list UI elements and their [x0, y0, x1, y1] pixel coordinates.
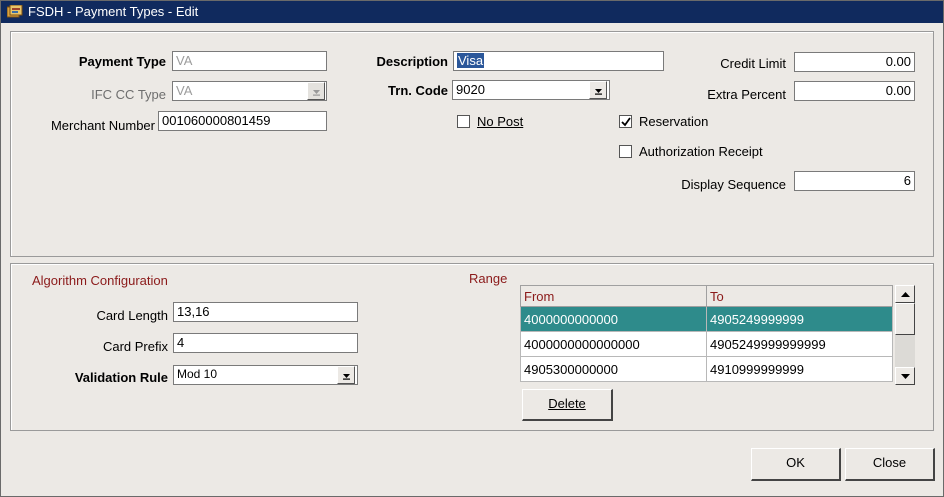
- range-to-cell[interactable]: 4905249999999999: [706, 331, 893, 357]
- validation-rule-label: Validation Rule: [74, 370, 168, 385]
- card-prefix-label: Card Prefix: [102, 339, 168, 354]
- trn-code-label: Trn. Code: [388, 83, 448, 98]
- validation-rule-dropdown-button[interactable]: [337, 366, 355, 384]
- extra-percent-field[interactable]: 0.00: [794, 81, 915, 101]
- close-button[interactable]: Close: [845, 448, 935, 481]
- credit-limit-field[interactable]: 0.00: [794, 52, 915, 72]
- authorization-receipt-label: Authorization Receipt: [639, 144, 763, 159]
- range-to-cell[interactable]: 4910999999999: [706, 356, 893, 382]
- range-table: From To 4000000000000 4905249999999 4000…: [520, 285, 893, 382]
- display-sequence-field[interactable]: 6: [794, 171, 915, 191]
- payment-type-label: Payment Type: [78, 54, 166, 69]
- credit-limit-label: Credit Limit: [720, 56, 786, 71]
- extra-percent-label: Extra Percent: [707, 87, 786, 102]
- merchant-number-label: Merchant Number: [50, 118, 155, 133]
- card-length-field[interactable]: 13,16: [173, 302, 358, 322]
- description-value: Visa: [457, 53, 485, 68]
- reservation-label: Reservation: [639, 114, 709, 129]
- scroll-down-button[interactable]: [895, 367, 915, 385]
- delete-button[interactable]: Delete: [522, 389, 613, 421]
- arrow-down-icon: [901, 374, 910, 379]
- chevron-down-icon: [343, 374, 350, 380]
- trn-code-select[interactable]: 9020: [452, 80, 610, 100]
- range-from-cell[interactable]: 4000000000000: [520, 306, 707, 332]
- ok-button[interactable]: OK: [751, 448, 841, 481]
- no-post-checkbox[interactable]: [457, 115, 470, 128]
- range-from-cell[interactable]: 4905300000000: [520, 356, 707, 382]
- arrow-up-icon: [901, 292, 910, 297]
- app-icon: [6, 4, 23, 19]
- card-length-label: Card Length: [96, 308, 168, 323]
- range-table-header: From To: [520, 285, 893, 307]
- description-label: Description: [376, 54, 448, 69]
- ifc-cc-type-dropdown-button[interactable]: [307, 82, 325, 100]
- chevron-down-icon: [313, 90, 320, 96]
- algorithm-configuration-heading: Algorithm Configuration: [32, 273, 168, 288]
- ifc-cc-type-select[interactable]: VA: [172, 81, 327, 101]
- ok-button-label: OK: [786, 455, 805, 470]
- payment-types-edit-window: FSDH - Payment Types - Edit Payment Type…: [0, 0, 944, 497]
- window-title: FSDH - Payment Types - Edit: [28, 4, 199, 19]
- scroll-up-button[interactable]: [895, 285, 915, 303]
- table-row[interactable]: 4905300000000 4910999999999: [520, 356, 893, 382]
- close-button-label: Close: [872, 455, 907, 470]
- payment-type-field[interactable]: VA: [172, 51, 327, 71]
- display-sequence-label: Display Sequence: [681, 177, 786, 192]
- table-row[interactable]: 4000000000000000 4905249999999999: [520, 331, 893, 357]
- trn-code-dropdown-button[interactable]: [589, 81, 607, 99]
- delete-button-label: Delete: [548, 396, 586, 411]
- reservation-checkbox[interactable]: [619, 115, 632, 128]
- validation-rule-select[interactable]: Mod 10: [173, 365, 358, 385]
- range-from-cell[interactable]: 4000000000000000: [520, 331, 707, 357]
- ifc-cc-type-label: IFC CC Type: [91, 87, 166, 102]
- range-to-cell[interactable]: 4905249999999: [706, 306, 893, 332]
- checkmark-icon: [621, 117, 631, 127]
- range-heading: Range: [469, 271, 508, 286]
- card-prefix-field[interactable]: 4: [173, 333, 358, 353]
- merchant-number-field[interactable]: 001060000801459: [158, 111, 327, 131]
- chevron-down-icon: [595, 89, 602, 95]
- title-bar: FSDH - Payment Types - Edit: [1, 1, 943, 23]
- scroll-thumb[interactable]: [895, 303, 915, 335]
- table-row[interactable]: 4000000000000 4905249999999: [520, 306, 893, 332]
- authorization-receipt-checkbox[interactable]: [619, 145, 632, 158]
- description-field[interactable]: Visa: [453, 51, 664, 71]
- column-header-to[interactable]: To: [706, 285, 893, 307]
- no-post-label: No Post: [477, 114, 524, 129]
- column-header-from[interactable]: From: [520, 285, 707, 307]
- range-table-scrollbar[interactable]: [895, 285, 915, 385]
